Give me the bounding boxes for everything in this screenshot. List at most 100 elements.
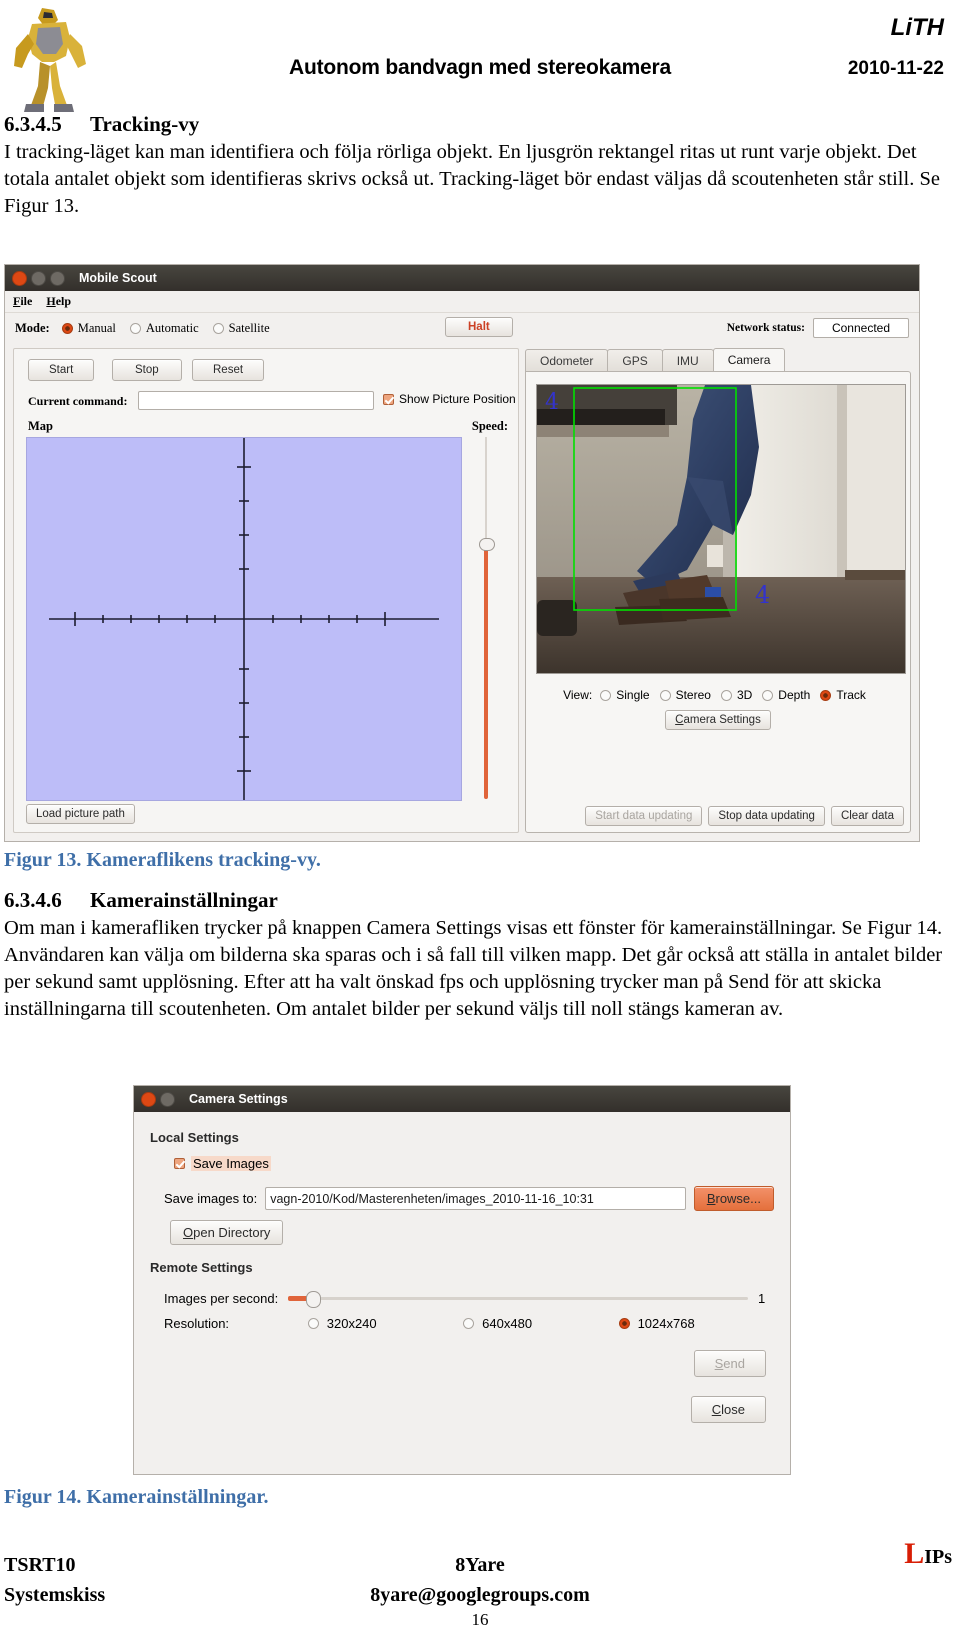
page-footer: TSRT10 Systemskiss 8Yare 8yare@googlegro… [0,1536,960,1630]
stop-data-updating-button[interactable]: Stop data updating [708,806,825,826]
dialog-body: Local Settings Save Images Save images t… [134,1112,790,1474]
radio-mode-automatic[interactable] [129,323,141,334]
maximize-icon[interactable] [50,270,65,286]
camera-tab-panel: 4 4 View: Single Stereo 3D Depth Track C… [525,371,911,833]
map-label: Map [28,419,53,433]
page-header: LiTH Autonom bandvagn med stereokamera 2… [0,0,960,112]
start-data-updating-button[interactable]: Start data updating [585,806,703,826]
slider-track [288,1297,748,1300]
section-heading-camera-settings: 6.3.4.6 Kamerainställningar [0,888,960,913]
svg-text:4: 4 [545,390,559,415]
camera-preview[interactable]: 4 4 [536,384,906,674]
label-view-track: Track [836,688,866,702]
mode-label: Mode: [15,321,50,335]
section-paragraph-tracking: I tracking-läget kan man identifiera och… [4,141,940,218]
images-per-second-label: Images per second: [164,1290,279,1306]
mobile-scout-window: Mobile Scout FFileile Help Mode: Manual … [4,264,920,842]
label-view-stereo: Stereo [675,688,711,702]
footer-group: 8Yare [455,1554,505,1576]
view-label: View: [563,688,593,702]
show-picture-position-toggle[interactable]: Show Picture Position [383,392,516,406]
network-status-label: Network status: [726,322,805,334]
save-images-to-row: Save images to: vagn-2010/Kod/Masterenhe… [164,1185,774,1211]
section-paragraph-camera-settings: Om man i kamerafliken trycker på knappen… [4,917,943,1021]
stop-button[interactable]: Stop [112,359,182,381]
remote-settings-label: Remote Settings [150,1260,253,1275]
footer-page-number: 16 [471,1610,489,1629]
radio-640x480[interactable] [463,1318,475,1329]
map-canvas[interactable] [26,437,462,801]
speed-slider-fill [484,545,488,799]
show-picture-position-label: Show Picture Position [399,392,516,406]
figure-14-caption: Figur 14. Kamerainställningar. [4,1486,269,1508]
slider-knob[interactable] [306,1291,322,1308]
tab-camera[interactable]: Camera [712,348,786,372]
camera-settings-button[interactable]: Camera Settings [665,710,771,730]
images-per-second-slider[interactable] [288,1290,748,1308]
radio-view-track[interactable] [820,689,832,701]
radio-view-depth[interactable] [762,689,774,701]
sensor-tabs: Odometer GPS IMU Camera [525,348,786,372]
radio-view-stereo[interactable] [659,689,671,701]
dialog-title: Camera Settings [189,1092,288,1106]
speed-slider-knob[interactable] [479,538,495,551]
send-button[interactable]: Send [693,1350,766,1377]
open-directory-button[interactable]: Open Directory [170,1220,284,1245]
option-resolution-320x240[interactable]: 320x240 [307,1316,463,1331]
radio-mode-satellite[interactable] [212,323,224,334]
right-pane: Odometer GPS IMU Camera 4 4 View: Single… [525,348,911,833]
footer-brand: LIPs [904,1539,952,1569]
radio-view-single[interactable] [600,689,612,701]
tab-gps[interactable]: GPS [607,349,663,372]
label-320x240: 320x240 [326,1316,377,1331]
svg-text:4: 4 [755,581,770,609]
label-view-3d: 3D [736,688,753,702]
load-picture-path-button[interactable]: Load picture path [26,804,135,824]
section-heading-tracking: 6.3.4.5 Tracking-vy [0,112,960,137]
label-1024x768: 1024x768 [637,1316,695,1331]
halt-button[interactable]: Halt [445,317,513,337]
close-icon[interactable] [12,270,27,286]
window-titlebar[interactable]: Mobile Scout [5,265,919,291]
close-icon[interactable] [141,1091,156,1107]
close-button[interactable]: Close [690,1396,766,1423]
window-title: Mobile Scout [79,271,157,285]
radio-view-3d[interactable] [720,689,732,701]
section-title-2: Kamerainställningar [90,888,278,912]
start-button[interactable]: Start [28,359,95,381]
tab-imu[interactable]: IMU [661,349,714,372]
reset-button[interactable]: Reset [192,359,265,381]
current-command-label: Current command: [28,394,128,408]
radio-320x240[interactable] [307,1318,319,1329]
label-mode-satellite: Satellite [228,321,270,335]
label-view-depth: Depth [778,688,811,702]
save-images-toggle[interactable]: Save Images [174,1156,271,1171]
option-resolution-1024x768[interactable]: 1024x768 [618,1316,774,1331]
menu-help[interactable]: Help [46,294,71,309]
current-command-row: Current command: Show Picture Position [28,391,516,411]
dialog-titlebar[interactable]: Camera Settings [134,1086,790,1112]
current-command-input[interactable] [138,391,374,410]
figure-13-caption: Figur 13. Kameraflikens tracking-vy. [4,849,321,871]
window-body: Mode: Manual Automatic Satellite Halt Ne… [5,312,919,841]
camera-frame: 4 4 [537,385,905,673]
radio-1024x768[interactable] [618,1318,630,1329]
minimize-icon[interactable] [31,270,46,286]
header-org: LiTH [890,14,944,41]
label-view-single: Single [616,688,650,702]
save-images-to-label: Save images to: [164,1190,258,1206]
save-images-to-input[interactable]: vagn-2010/Kod/Masterenheten/images_2010-… [265,1186,686,1210]
browse-button[interactable]: Browse... [693,1185,774,1211]
page-title: Autonom bandvagn med stereokamera [289,56,671,79]
checkbox-icon[interactable] [174,1158,185,1169]
option-resolution-640x480[interactable]: 640x480 [463,1316,618,1331]
checkbox-icon[interactable] [383,393,394,405]
label-mode-manual: Manual [77,321,116,335]
map-axes [49,438,439,800]
speed-slider[interactable] [478,437,495,799]
clear-data-button[interactable]: Clear data [830,806,904,826]
tab-odometer[interactable]: Odometer [525,349,609,372]
menu-file[interactable]: FFileile [13,294,32,309]
radio-mode-manual[interactable] [61,323,73,334]
maximize-icon[interactable] [160,1091,175,1107]
